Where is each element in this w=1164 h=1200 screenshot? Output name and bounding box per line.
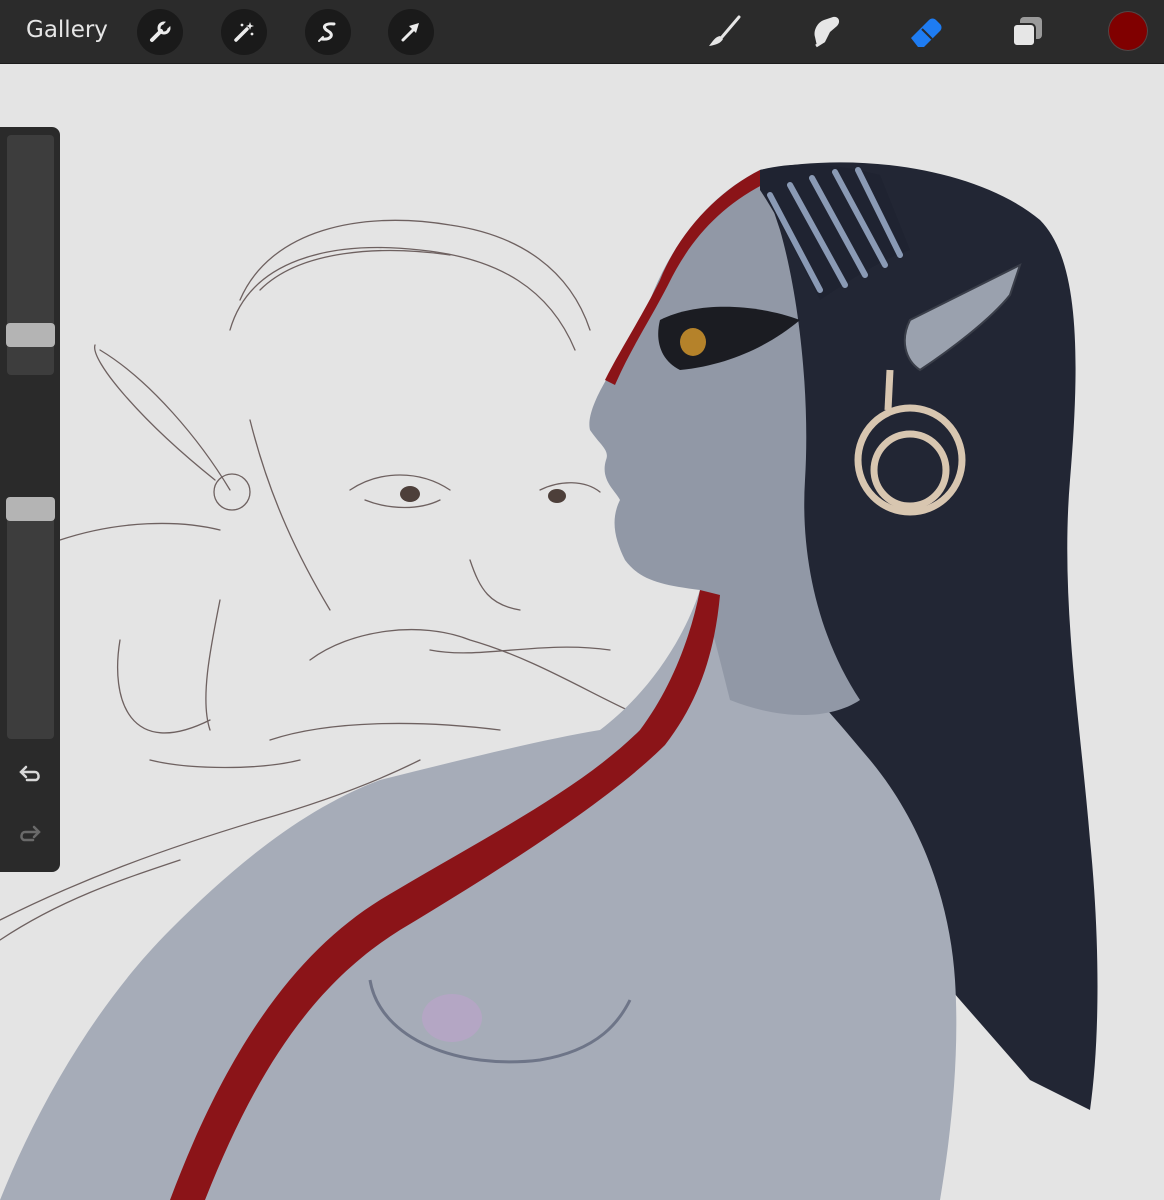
top-toolbar: Gallery	[0, 0, 1164, 64]
redo-icon[interactable]	[17, 822, 43, 848]
transform-button[interactable]	[388, 9, 434, 55]
eye	[680, 328, 706, 356]
opacity-slider[interactable]	[7, 499, 54, 739]
artwork	[0, 64, 1164, 1200]
undo-icon[interactable]	[17, 762, 43, 788]
magic-wand-icon	[234, 22, 254, 42]
nipple	[422, 994, 482, 1042]
layers-button[interactable]	[1008, 12, 1048, 52]
brush-tool-button[interactable]	[705, 12, 745, 52]
opacity-thumb[interactable]	[6, 497, 55, 521]
gallery-button[interactable]: Gallery	[26, 17, 108, 43]
brush-icon	[709, 15, 741, 46]
brush-size-thumb[interactable]	[6, 323, 55, 347]
eraser-icon	[911, 18, 942, 47]
layers-icon	[1012, 17, 1042, 47]
adjustments-button[interactable]	[221, 9, 267, 55]
color-picker-button[interactable]	[1108, 11, 1148, 51]
smudge-tool-button[interactable]	[805, 12, 845, 52]
actions-button[interactable]	[137, 9, 183, 55]
smudge-icon	[814, 16, 840, 48]
transform-arrow-icon	[401, 23, 419, 42]
wrench-icon	[150, 20, 172, 42]
left-sidebar	[0, 127, 60, 872]
drawing-canvas[interactable]	[0, 64, 1164, 1200]
eraser-tool-button[interactable]	[905, 12, 945, 52]
selection-icon	[318, 22, 336, 42]
selection-button[interactable]	[305, 9, 351, 55]
